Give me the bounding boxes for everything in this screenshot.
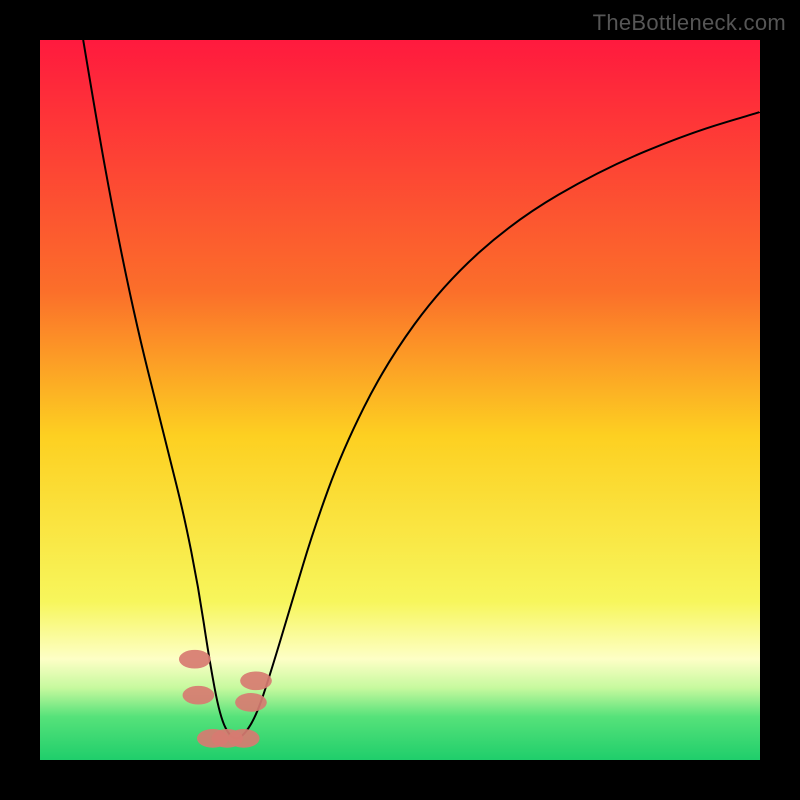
marker-dot — [183, 686, 215, 705]
plot-area — [40, 40, 760, 760]
bottleneck-chart-svg — [40, 40, 760, 760]
marker-dot — [240, 671, 272, 690]
marker-dot — [179, 650, 211, 669]
marker-dot — [228, 729, 260, 748]
watermark-text: TheBottleneck.com — [593, 10, 786, 36]
chart-frame: TheBottleneck.com — [0, 0, 800, 800]
marker-dot — [235, 693, 267, 712]
